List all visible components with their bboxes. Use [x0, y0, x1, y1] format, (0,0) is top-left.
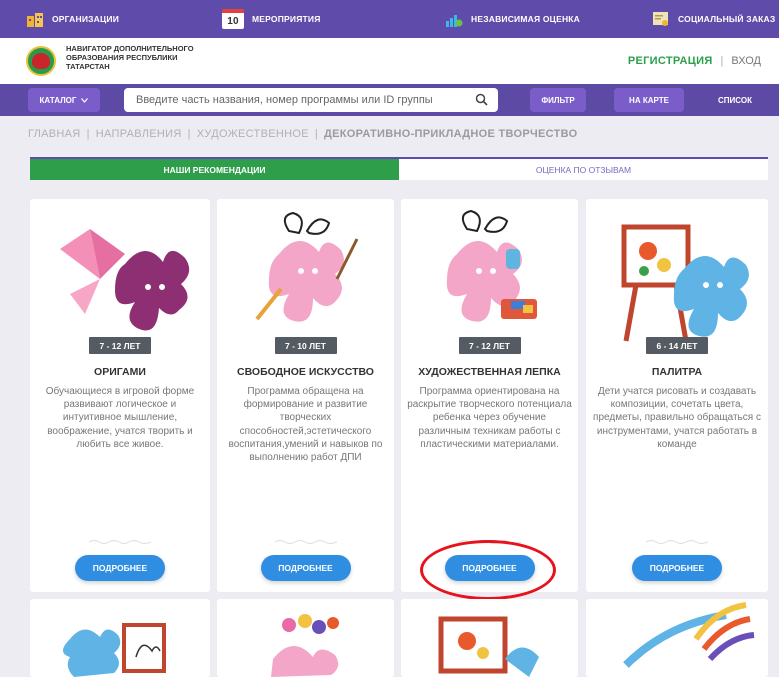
logo[interactable] [26, 46, 56, 76]
tab-reviews[interactable]: ОЦЕНКА ПО ОТЗЫВАМ [399, 159, 768, 180]
age-badge: 6 - 14 ЛЕТ [646, 337, 708, 354]
tab-recommendations[interactable]: НАШИ РЕКОМЕНДАЦИИ [30, 159, 399, 180]
breadcrumb-separator: | [314, 128, 318, 140]
search-input[interactable] [136, 94, 466, 106]
card-title[interactable]: ОРИГАМИ [30, 366, 210, 378]
flowers-illustration [271, 614, 339, 677]
age-badge: 7 - 10 ЛЕТ [274, 337, 337, 354]
breadcrumb-item[interactable]: НАПРАВЛЕНИЯ [96, 128, 182, 140]
sort-tabs: НАШИ РЕКОМЕНДАЦИИ ОЦЕНКА ПО ОТЗЫВАМ [30, 157, 768, 180]
breadcrumb-separator: | [187, 128, 191, 140]
card-description: Обучающиеся в игровой форме развивают ло… [45, 386, 195, 450]
details-button[interactable]: ПОДРОБНЕЕ [75, 555, 165, 581]
site-header: НАВИГАТОР ДОПОЛНИТЕЛЬНОГО ОБРАЗОВАНИЯ РЕ… [0, 38, 779, 84]
age-badge: 7 - 12 ЛЕТ [458, 337, 521, 354]
wave-divider [89, 540, 151, 544]
logo-emblem [32, 53, 50, 69]
auth-separator: | [720, 55, 724, 67]
card-title[interactable]: ПАЛИТРА [586, 366, 768, 378]
search-icon[interactable] [475, 93, 488, 106]
wave-divider [646, 540, 708, 544]
filter-button[interactable]: ФИЛЬТР [530, 88, 586, 112]
program-card[interactable]: 7 - 12 ЛЕТ ХУДОЖЕСТВЕННАЯ ЛЕПКА Программ… [401, 199, 578, 592]
details-button[interactable]: ПОДРОБНЕЕ [632, 555, 722, 581]
brand-line: ТАТАРСТАН [66, 61, 110, 71]
drawing-illustration [63, 623, 166, 677]
details-button[interactable]: ПОДРОБНЕЕ [260, 555, 351, 581]
calendar-icon: 10 [222, 9, 244, 29]
nav-organizations-label: ОРГАНИЗАЦИИ [52, 14, 120, 24]
bar-chart-icon [446, 15, 463, 27]
card-description: Программа ориентирована на раскрытие тво… [407, 386, 572, 450]
search-toolbar: КАТАЛОГ ФИЛЬТР НА КАРТЕ СПИСОК [0, 84, 779, 116]
card-title[interactable]: СВОБОДНОЕ ИСКУССТВО [217, 366, 394, 378]
program-card[interactable]: 7 - 10 ЛЕТ СВОБОДНОЕ ИСКУССТВО Программа… [217, 199, 394, 592]
nav-events-label: МЕРОПРИЯТИЯ [252, 14, 321, 24]
brand-title: НАВИГАТОР ДОПОЛНИТЕЛЬНОГО ОБРАЗОВАНИЯ РЕ… [66, 44, 194, 71]
breadcrumb-item[interactable]: ХУДОЖЕСТВЕННОЕ [197, 128, 309, 140]
breadcrumb-item[interactable]: ГЛАВНАЯ [28, 128, 81, 140]
list-button[interactable]: СПИСОК [703, 88, 767, 112]
catalog-label: КАТАЛОГ [39, 95, 77, 105]
certificate-icon [653, 12, 668, 26]
wave-divider [274, 540, 337, 544]
program-card[interactable] [586, 599, 768, 677]
program-card[interactable]: 7 - 12 ЛЕТ ОРИГАМИ Обучающиеся в игровой… [30, 199, 210, 592]
buildings-icon [27, 13, 43, 27]
card-title[interactable]: ХУДОЖЕСТВЕННАЯ ЛЕПКА [401, 366, 578, 378]
program-card[interactable] [30, 599, 210, 677]
nav-independent-rating-label: НЕЗАВИСИМАЯ ОЦЕНКА [471, 14, 581, 24]
card-description: Программа обращена на формирование и раз… [228, 386, 383, 464]
age-badge: 7 - 12 ЛЕТ [89, 337, 151, 354]
breadcrumb-current: ДЕКОРАТИВНО-ПРИКЛАДНОЕ ТВОРЧЕСТВО [324, 128, 578, 140]
register-link[interactable]: РЕГИСТРАЦИЯ [628, 55, 713, 67]
chevron-down-icon [81, 97, 89, 103]
map-button[interactable]: НА КАРТЕ [614, 88, 684, 112]
login-link[interactable]: ВХОД [731, 55, 761, 67]
catalog-button[interactable]: КАТАЛОГ [28, 88, 100, 112]
easel-illustration [438, 616, 539, 677]
nav-organizations[interactable]: ОРГАНИЗАЦИИ [26, 0, 119, 38]
nav-social-order-label: СОЦИАЛЬНЫЙ ЗАКАЗ [678, 14, 776, 24]
brush-illustration [623, 602, 755, 668]
auth-links: РЕГИСТРАЦИЯ | ВХОД [628, 55, 761, 67]
nav-events[interactable]: 10 МЕРОПРИЯТИЯ [222, 0, 321, 38]
nav-social-order[interactable]: СОЦИАЛЬНЫЙ ЗАКАЗ [652, 0, 775, 38]
card-description: Дети учатся рисовать и создавать компози… [593, 386, 761, 450]
breadcrumb: ГЛАВНАЯ | НАПРАВЛЕНИЯ | ХУДОЖЕСТВЕННОЕ |… [28, 128, 577, 140]
program-card[interactable] [217, 599, 394, 677]
program-card[interactable]: 6 - 14 ЛЕТ ПАЛИТРА Дети учатся рисовать … [586, 199, 768, 592]
program-card[interactable] [401, 599, 578, 677]
nav-independent-rating[interactable]: НЕЗАВИСИМАЯ ОЦЕНКА [445, 0, 580, 38]
highlight-circle [420, 540, 556, 600]
breadcrumb-separator: | [86, 128, 90, 140]
top-nav-bar: ОРГАНИЗАЦИИ 10 МЕРОПРИЯТИЯ НЕЗАВИСИМАЯ О… [0, 0, 779, 38]
search-box [124, 88, 498, 112]
